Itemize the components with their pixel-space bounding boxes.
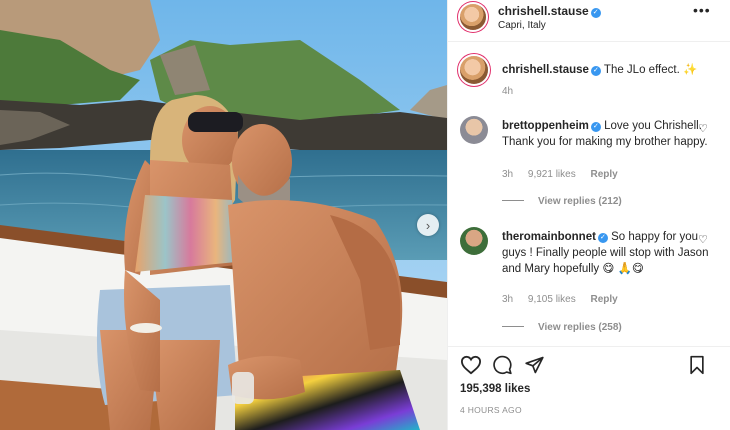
comment-item: brettoppenheim ✓ Love you Chrishell. Than…: [460, 116, 722, 216]
view-replies-button[interactable]: View replies (212): [502, 196, 622, 207]
post-photo[interactable]: ›: [0, 0, 447, 430]
replies-divider: [502, 326, 524, 327]
verified-badge-icon: ✓: [590, 122, 601, 132]
comment-reply-button[interactable]: Reply: [591, 169, 618, 180]
comment-text: brettoppenheim ✓ Love you Chrishell. Than…: [502, 118, 717, 150]
post-side-panel: chrishell.stause ✓ Capri, Italy ••• chris…: [447, 0, 730, 430]
view-replies-label[interactable]: View replies (212): [538, 196, 622, 207]
author-avatar[interactable]: [460, 4, 486, 30]
caption-time: 4h: [502, 86, 514, 97]
comment-item: theromainbonnet ✓ So happy for you guys !…: [460, 227, 722, 337]
replies-divider: [502, 200, 524, 201]
post-timestamp: 4 HOURS AGO: [460, 405, 522, 415]
bookmark-icon[interactable]: [688, 355, 706, 375]
comment-username[interactable]: theromainbonnet: [502, 231, 596, 243]
heart-icon[interactable]: [460, 355, 482, 375]
comment-time: 3h: [502, 294, 514, 305]
comment-likes[interactable]: 9,921 likes: [528, 169, 576, 180]
comment-reply-button[interactable]: Reply: [591, 294, 618, 305]
commenter-avatar[interactable]: [460, 116, 488, 144]
post-caption: chrishell.stause ✓ The JLo effect. ✨ 4h: [460, 56, 722, 102]
more-options-icon[interactable]: •••: [693, 2, 711, 18]
photo-scene: [0, 0, 447, 430]
view-replies-label[interactable]: View replies (258): [538, 322, 622, 333]
comment-meta: 3h 9,105 likes Reply: [502, 294, 630, 305]
verified-badge-icon: ✓: [590, 8, 601, 18]
comment-meta: 3h 9,921 likes Reply: [502, 169, 630, 180]
author-username[interactable]: chrishell.stause ✓: [498, 4, 601, 18]
comment-like-heart-icon[interactable]: ♡: [698, 233, 708, 246]
post-actions: 195,398 likes 4 HOURS AGO: [448, 346, 730, 430]
comment-icon[interactable]: [492, 355, 513, 375]
commenter-avatar[interactable]: [460, 227, 488, 255]
caption-body: The JLo effect. ✨: [600, 64, 698, 76]
like-count[interactable]: 195,398 likes: [460, 383, 530, 395]
verified-badge-icon: ✓: [597, 233, 608, 243]
author-username-text[interactable]: chrishell.stause: [498, 4, 589, 18]
comment-text: theromainbonnet ✓ So happy for you guys !…: [502, 229, 717, 277]
post-location[interactable]: Capri, Italy: [498, 20, 546, 31]
caption-meta: 4h: [502, 86, 525, 97]
next-photo-button[interactable]: ›: [417, 214, 439, 236]
comment-time: 3h: [502, 169, 514, 180]
view-replies-button[interactable]: View replies (258): [502, 322, 622, 333]
verified-badge-icon: ✓: [590, 66, 601, 76]
instagram-post: › chrishell.stause ✓ Capri, Italy ••• chr…: [0, 0, 730, 430]
comment-likes[interactable]: 9,105 likes: [528, 294, 576, 305]
caption-text: chrishell.stause ✓ The JLo effect. ✨: [502, 62, 717, 78]
comment-username[interactable]: brettoppenheim: [502, 120, 589, 132]
caption-avatar[interactable]: [460, 56, 488, 84]
comment-like-heart-icon[interactable]: ♡: [698, 122, 708, 135]
share-icon[interactable]: [524, 355, 545, 375]
post-header: chrishell.stause ✓ Capri, Italy •••: [448, 0, 730, 42]
caption-username[interactable]: chrishell.stause: [502, 64, 589, 76]
